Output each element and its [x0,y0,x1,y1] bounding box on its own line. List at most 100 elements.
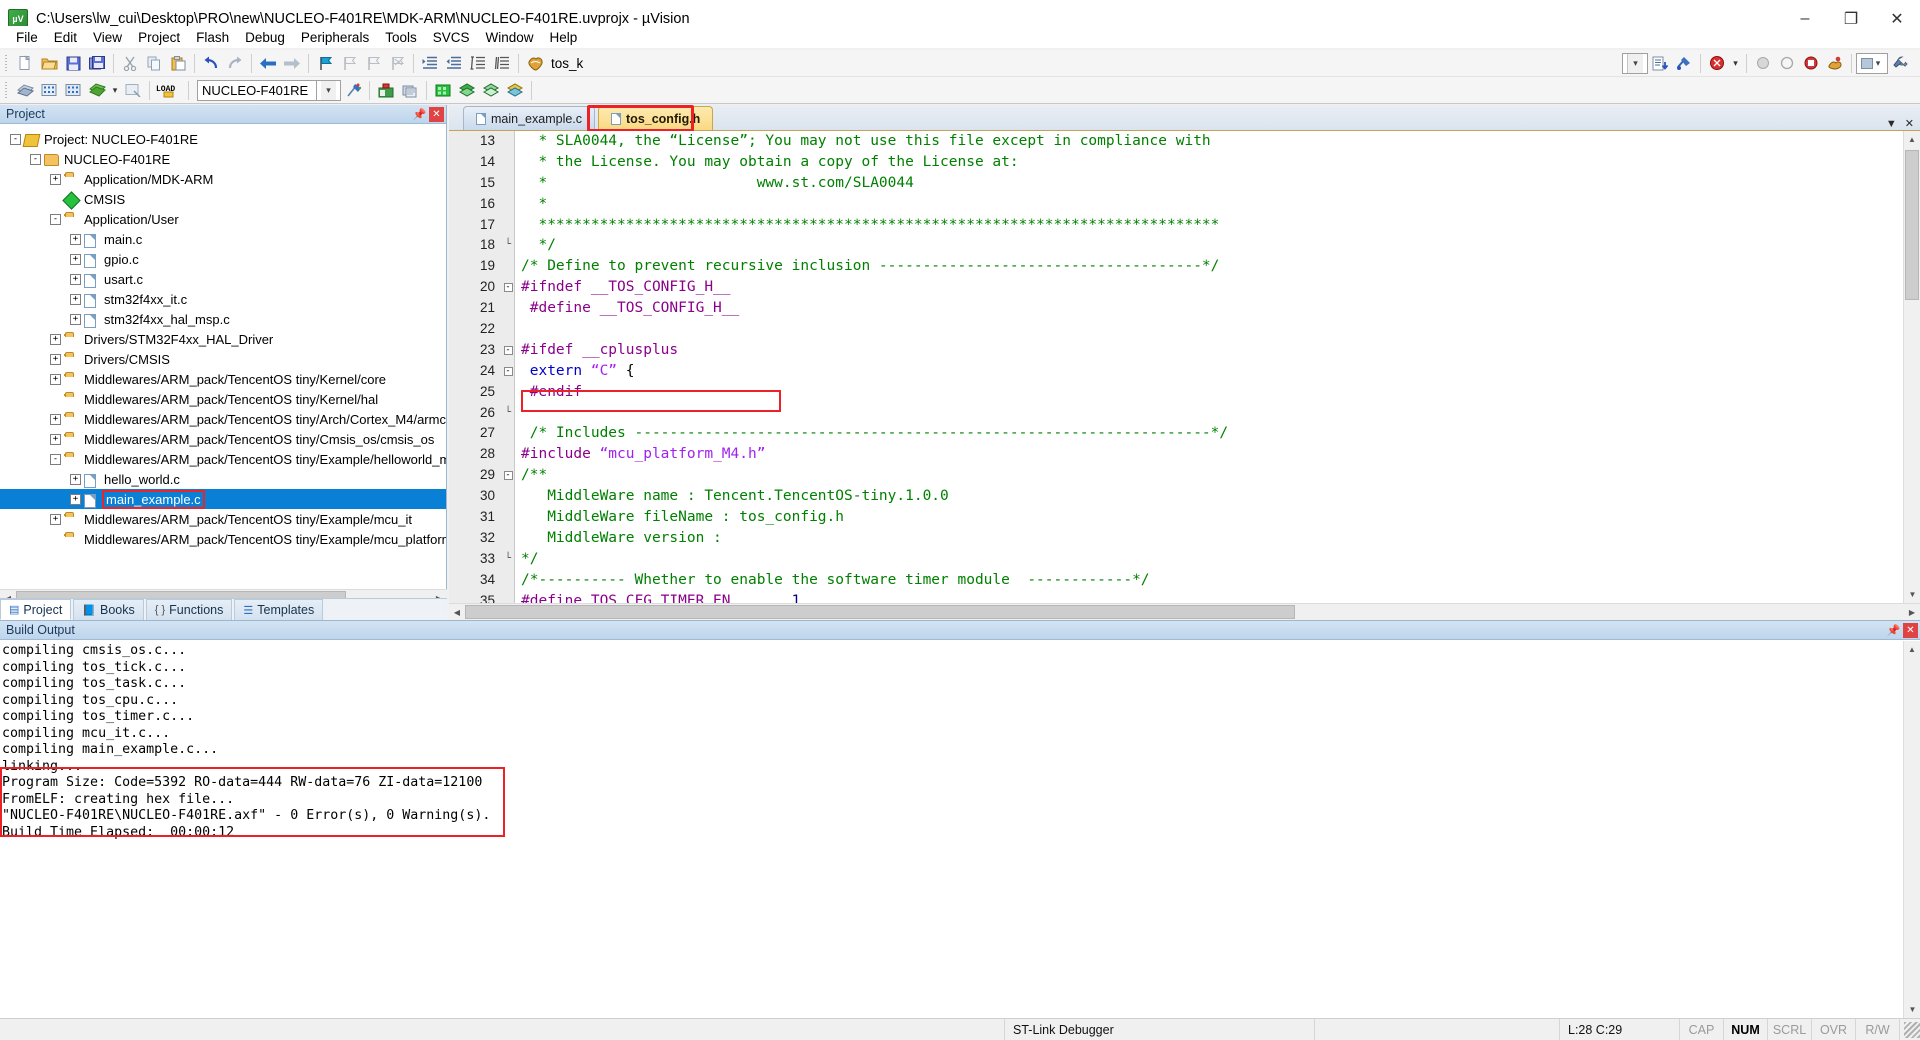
menu-item-file[interactable]: File [8,28,46,47]
chevron-down-icon[interactable]: ▾ [1627,53,1643,73]
batch-build-icon[interactable] [85,79,109,102]
code-line[interactable]: 24- extern “C” { [449,361,1903,382]
code-lines[interactable]: 13 * SLA0044, the “License”; You may not… [449,131,1903,620]
menu-item-debug[interactable]: Debug [237,28,293,47]
expand-icon[interactable]: + [50,173,61,185]
code-line[interactable]: 18 └ */ [449,235,1903,256]
tree-item[interactable]: + Drivers/CMSIS [0,349,446,369]
save-all-icon[interactable] [85,52,109,75]
bookmark-prev-icon[interactable] [337,52,361,75]
code-line[interactable]: 20- #ifndef __TOS_CONFIG_H__ [449,277,1903,298]
target-selector[interactable]: NUCLEO-F401RE [197,79,317,101]
code-line[interactable]: 15 * www.st.com/SLA0044 [449,173,1903,194]
code-line[interactable]: 26 └ [449,403,1903,424]
tree-item[interactable]: + Application/MDK-ARM [0,169,446,189]
books3-icon[interactable] [479,79,503,102]
resize-grip[interactable] [1904,1021,1920,1038]
expand-icon[interactable]: + [70,233,81,245]
tree-item[interactable]: + hello_world.c [0,469,446,489]
cut-icon[interactable] [118,52,142,75]
panel-tab-books[interactable]: 📘 Books [73,599,144,620]
tree-item[interactable]: + main.c [0,229,446,249]
code-line[interactable]: 21 #define __TOS_CONFIG_H__ [449,298,1903,319]
expand-icon[interactable]: + [70,293,81,305]
circle2-icon[interactable] [1775,52,1799,75]
tree-item[interactable]: - Application/User [0,209,446,229]
expand-icon[interactable]: + [70,493,81,505]
tab-close-icon[interactable]: ✕ [1905,117,1914,130]
uncomment-icon[interactable] [490,52,514,75]
undo-icon[interactable] [199,52,223,75]
collapse-icon[interactable]: - [10,133,21,145]
tree-item[interactable]: - Middlewares/ARM_pack/TencentOS tiny/Exa… [0,449,446,469]
expand-icon[interactable]: + [70,313,81,325]
paste-icon[interactable] [166,52,190,75]
code-line[interactable]: 29-/** [449,465,1903,486]
code-line[interactable]: 25 #endif [449,382,1903,403]
menu-item-svcs[interactable]: SVCS [425,28,478,47]
expand-icon[interactable]: + [50,513,61,525]
fold-end-icon[interactable]: └ [501,403,515,424]
chevron-down-icon[interactable]: ▾ [321,80,336,100]
tree-item[interactable]: + stm32f4xx_it.c [0,289,446,309]
book-icon[interactable] [431,79,455,102]
target-options-icon[interactable] [341,79,365,102]
tree-item[interactable]: + Middlewares/ARM_pack/TencentOS tiny/Arc… [0,409,446,429]
editor-vscrollbar[interactable]: ▲ ▼ [1903,131,1920,603]
rebuild-icon[interactable] [61,79,85,102]
indent-icon[interactable] [418,52,442,75]
search-combo-dropdown[interactable]: ▾ [1622,52,1648,74]
expand-icon[interactable]: + [70,253,81,265]
code-line[interactable]: 17 *************************************… [449,215,1903,236]
menu-item-view[interactable]: View [85,28,130,47]
fold-collapse-icon[interactable]: - [501,361,515,382]
tree-item-selected[interactable]: + main_example.c [0,489,446,509]
menu-item-tools[interactable]: Tools [377,28,425,47]
close-icon[interactable]: ✕ [429,106,444,122]
build-output-vscrollbar[interactable]: ▲ ▼ [1903,641,1920,1018]
expand-icon[interactable]: + [50,433,61,445]
editor-hscrollbar[interactable]: ◀ ▶ [449,603,1920,620]
copy-icon[interactable] [142,52,166,75]
collapse-icon[interactable]: - [30,153,41,165]
scroll-up-icon[interactable]: ▲ [1904,641,1920,658]
vscroll-thumb[interactable] [1905,150,1919,300]
menu-item-project[interactable]: Project [130,28,188,47]
collapse-icon[interactable]: - [50,453,61,465]
batch-dropdown-icon[interactable]: ▾ [109,79,121,102]
toolbar-grip[interactable] [3,53,10,73]
navigate-back-icon[interactable] [256,52,280,75]
scroll-up-icon[interactable]: ▲ [1904,131,1920,148]
new-file-icon[interactable] [13,52,37,75]
fold-end-icon[interactable]: └ [501,549,515,570]
toolbar-grip[interactable] [3,80,10,100]
books4-icon[interactable] [503,79,527,102]
tree-item[interactable]: + gpio.c [0,249,446,269]
code-line[interactable]: 28 #include “mcu_platform_M4.h” [449,444,1903,465]
fold-collapse-icon[interactable]: - [501,465,515,486]
comment-icon[interactable] [466,52,490,75]
tree-item[interactable]: Middlewares/ARM_pack/TencentOS tiny/Kern… [0,389,446,409]
pin-icon[interactable]: 📌 [1886,623,1901,638]
tree-item[interactable]: Middlewares/ARM_pack/TencentOS tiny/Exam… [0,529,446,549]
panel-tab-templates[interactable]: ☰ Templates [234,599,324,620]
code-line[interactable]: 16 * [449,194,1903,215]
code-line[interactable]: 34 /*---------- Whether to enable the sof… [449,570,1903,591]
menu-item-window[interactable]: Window [477,28,541,47]
expand-icon[interactable]: + [70,273,81,285]
tree-item[interactable]: + Drivers/STM32F4xx_HAL_Driver [0,329,446,349]
tree-item[interactable]: - Project: NUCLEO-F401RE [0,129,446,149]
code-line[interactable]: 22 [449,319,1903,340]
scroll-down-icon[interactable]: ▼ [1904,586,1920,603]
code-line[interactable]: 32 MiddleWare version : [449,528,1903,549]
collapse-icon[interactable]: - [50,213,61,225]
fold-collapse-icon[interactable]: - [501,277,515,298]
expand-icon[interactable]: + [50,353,61,365]
outdent-icon[interactable] [442,52,466,75]
chevron-down-icon[interactable]: ▾ [1873,54,1883,73]
panel-tab-project[interactable]: ▤ Project [0,599,72,620]
expand-icon[interactable]: + [70,473,81,485]
bookmark-next-icon[interactable] [361,52,385,75]
tab-list-dropdown-icon[interactable]: ▼ [1886,118,1897,130]
scroll-left-icon[interactable]: ◀ [449,604,465,620]
